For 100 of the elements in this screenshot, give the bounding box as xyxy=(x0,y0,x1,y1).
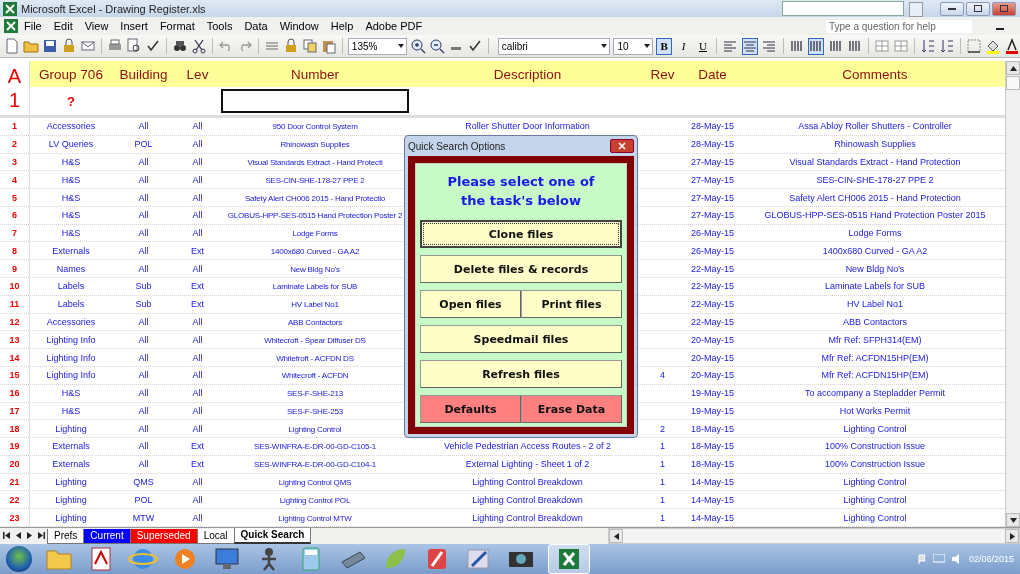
sort-icon[interactable] xyxy=(939,38,956,54)
menu-item[interactable]: Window xyxy=(273,20,325,32)
monitor-icon[interactable] xyxy=(212,546,242,572)
close-button[interactable] xyxy=(992,1,1016,16)
table-cell: 22-May-15 xyxy=(691,281,734,292)
save-icon[interactable] xyxy=(42,38,58,54)
close-icon[interactable] xyxy=(617,142,627,150)
spreadsheet-icon xyxy=(3,1,17,16)
dialog-button[interactable]: Speedmail files xyxy=(420,325,622,353)
help-search-field[interactable]: Type a question for help xyxy=(826,19,972,33)
checkmark-icon[interactable] xyxy=(466,38,483,54)
scroll-up-button[interactable] xyxy=(1006,61,1020,75)
up-triangle-icon[interactable] xyxy=(1009,65,1017,71)
format-button[interactable]: B xyxy=(656,37,673,55)
menu-item[interactable]: Format xyxy=(153,20,201,32)
menu-item[interactable]: Adobe PDF xyxy=(359,20,429,32)
sort-icon[interactable] xyxy=(920,38,937,54)
next-sheet-button[interactable] xyxy=(24,532,35,540)
menu-item[interactable]: Edit xyxy=(47,20,79,32)
menu-item[interactable]: Tools xyxy=(200,20,239,32)
dialog-title: Quick Search Options xyxy=(408,140,506,152)
paste-icon[interactable] xyxy=(320,38,337,54)
dialog-button[interactable]: Defaults xyxy=(420,395,521,423)
down-triangle-icon[interactable] xyxy=(1009,517,1017,523)
table-cell: All xyxy=(192,156,203,167)
row-number: 2 xyxy=(12,139,17,150)
table-cell: H&S xyxy=(61,405,81,416)
sheet-tab[interactable]: Current xyxy=(83,528,131,544)
table-cell: Accessories xyxy=(46,317,96,327)
dialog-button[interactable]: Clone files xyxy=(420,220,622,248)
dialog-button[interactable]: Refresh files xyxy=(420,360,622,388)
new-file-icon[interactable] xyxy=(4,38,20,54)
horizontal-scrollbar[interactable] xyxy=(608,528,1020,544)
border-icon[interactable] xyxy=(966,38,983,54)
table-cell: 20-May-15 xyxy=(691,370,734,381)
table-cell: H&S xyxy=(61,388,81,399)
scroll-left-button[interactable] xyxy=(609,529,623,543)
first-sheet-button[interactable] xyxy=(0,532,13,540)
taskbar-app-button[interactable] xyxy=(548,544,590,574)
font-dropdown[interactable]: calibri xyxy=(497,37,611,55)
menu-item[interactable]: File xyxy=(18,20,48,32)
vertical-scrollbar[interactable] xyxy=(1005,61,1020,527)
dialog-button[interactable]: Erase Data xyxy=(521,395,622,423)
table-cell: Ext xyxy=(191,281,204,292)
previous-sheet-button[interactable] xyxy=(13,532,24,540)
row-number: 17 xyxy=(9,405,20,416)
dialog-button[interactable]: Open files xyxy=(420,290,521,318)
font-color-icon[interactable] xyxy=(1004,38,1020,54)
zoom-in-icon[interactable] xyxy=(409,38,426,54)
sheet-tab[interactable]: Prefs xyxy=(47,528,85,544)
dialog-button[interactable]: Delete files & records xyxy=(420,255,622,283)
checkmark-icon[interactable] xyxy=(144,38,161,54)
right-triangle-icon[interactable] xyxy=(1009,532,1015,540)
selected-input-cell[interactable] xyxy=(221,89,409,113)
paint-bucket-icon[interactable] xyxy=(985,38,1002,54)
zoom-dropdown[interactable]: 135% xyxy=(347,37,407,55)
table-cell: GLOBUS-HPP-SES-0515 Hand Protection Poster 2 xyxy=(227,211,403,221)
close-button[interactable] xyxy=(610,139,634,153)
table-cell: H&S xyxy=(61,228,81,239)
menu-item[interactable]: Insert xyxy=(114,20,154,32)
table-cell: Lighting Info xyxy=(46,370,96,381)
copy-icon[interactable] xyxy=(301,38,318,54)
table-cell: All xyxy=(138,405,149,416)
scissors-icon[interactable] xyxy=(190,38,207,54)
restore-button[interactable] xyxy=(966,1,990,16)
row-number: 19 xyxy=(9,441,20,452)
column-header: Date xyxy=(697,66,728,82)
padlock-icon[interactable] xyxy=(61,38,77,54)
zoom-out-icon[interactable] xyxy=(428,38,445,54)
table-cell: 4 xyxy=(660,370,665,381)
sheet-tab[interactable]: Quick Search xyxy=(233,528,312,544)
sheet-tab[interactable]: Local xyxy=(196,528,235,544)
sheet-tab[interactable]: Superseded xyxy=(129,528,198,544)
format-button[interactable]: U xyxy=(694,37,712,55)
font-size-dropdown[interactable]: 10 xyxy=(613,37,653,55)
scroll-right-button[interactable] xyxy=(1005,529,1019,543)
left-triangle-icon[interactable] xyxy=(613,532,619,540)
columns-button[interactable] xyxy=(807,37,825,55)
row-number: 23 xyxy=(9,512,20,523)
column-header: Comments xyxy=(841,66,909,82)
table-cell: H&S xyxy=(61,156,81,167)
envelope-icon[interactable] xyxy=(80,38,96,54)
menu-item[interactable]: Data xyxy=(238,20,274,32)
menu-item[interactable]: View xyxy=(78,20,115,32)
scrollbar-thumb[interactable] xyxy=(1006,76,1020,90)
minimize-button[interactable] xyxy=(940,1,964,16)
menu-item[interactable]: Help xyxy=(324,20,360,32)
table-cell: All xyxy=(192,388,203,399)
dialog-button[interactable]: Print files xyxy=(521,290,622,318)
print-preview-icon[interactable] xyxy=(125,38,142,54)
start-button[interactable] xyxy=(6,546,32,572)
spreadsheet-icon[interactable] xyxy=(557,547,581,571)
scroll-down-button[interactable] xyxy=(1006,513,1020,527)
format-button[interactable]: I xyxy=(675,37,692,55)
search-icon[interactable] xyxy=(171,38,188,54)
folder-icon[interactable] xyxy=(23,38,39,54)
align-center-button[interactable] xyxy=(741,37,759,55)
spreadsheet-icon[interactable] xyxy=(4,19,18,33)
table-cell: SES-WINFRA-E-DR-00-GD-C104-1 xyxy=(254,460,376,470)
last-sheet-button[interactable] xyxy=(35,532,48,540)
